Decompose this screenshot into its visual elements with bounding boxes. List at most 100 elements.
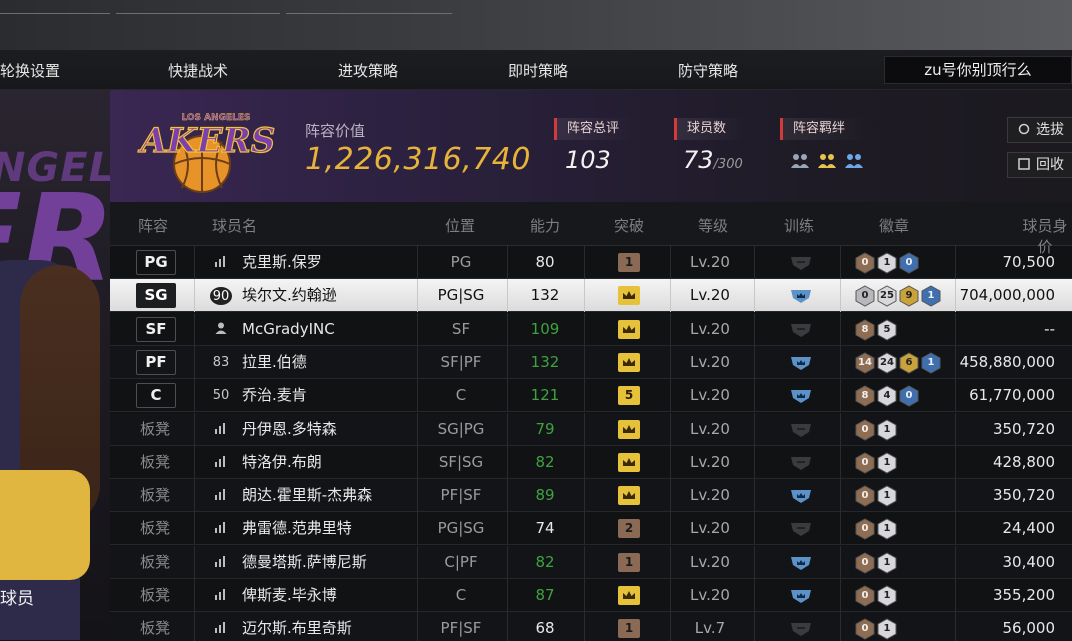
badge-hexagon-icon[interactable]: 0 <box>899 252 919 274</box>
col-training[interactable]: 训练 <box>784 215 814 236</box>
badge-hexagon-icon[interactable]: 14 <box>855 352 875 374</box>
badge-hexagon-icon[interactable]: 8 <box>855 385 875 407</box>
col-badges[interactable]: 徽章 <box>879 215 909 236</box>
badge-hexagon-icon[interactable]: 0 <box>855 452 875 474</box>
table-row[interactable]: 板凳 迈尔斯.布里奇斯 PF|SF 68 1 Lv.7 0 1 56,000 <box>110 612 1072 641</box>
badge-hexagon-icon[interactable]: 4 <box>877 385 897 407</box>
player-name[interactable]: 弗雷德.范弗里特 <box>242 512 352 545</box>
badge-hexagon-icon[interactable]: 1 <box>877 452 897 474</box>
col-level[interactable]: 等级 <box>698 215 728 236</box>
badge-hexagon-icon[interactable]: 25 <box>877 285 897 307</box>
menu-defense-strategy[interactable]: 防守策略 <box>678 60 738 81</box>
table-row[interactable]: PG 克里斯.保罗 PG 80 1 Lv.20 0 1 0 70,500 <box>110 246 1072 279</box>
lineup-slot[interactable]: 板凳 <box>140 446 170 479</box>
bond-group-icon[interactable] <box>844 152 864 170</box>
lineup-slot[interactable]: PF <box>136 349 176 375</box>
menu-offense-strategy[interactable]: 进攻策略 <box>338 60 398 81</box>
training-active-icon[interactable] <box>788 555 814 571</box>
badge-hexagon-icon[interactable]: 8 <box>855 319 875 341</box>
badge-hexagon-icon[interactable]: 1 <box>877 618 897 640</box>
badge-hexagon-icon[interactable]: 1 <box>921 285 941 307</box>
lineup-slot[interactable]: PG <box>136 250 176 275</box>
training-inactive-icon[interactable] <box>788 422 814 438</box>
table-row[interactable]: 板凳 特洛伊.布朗 SF|SG 82 Lv.20 0 1 428,800 <box>110 445 1072 479</box>
recycle-button[interactable]: 回收 <box>1007 152 1072 178</box>
table-row[interactable]: 板凳 俾斯麦.毕永博 C 87 Lv.20 0 1 355,200 <box>110 579 1072 612</box>
lineup-slot[interactable]: 板凳 <box>140 479 170 512</box>
training-active-icon[interactable] <box>788 388 814 404</box>
lineup-slot[interactable]: 板凳 <box>140 612 170 641</box>
training-active-icon[interactable] <box>788 488 814 504</box>
table-row[interactable]: 板凳 弗雷德.范弗里特 PG|SG 74 2 Lv.20 0 1 24,400 <box>110 512 1072 546</box>
col-breakthrough[interactable]: 突破 <box>614 215 644 236</box>
training-active-icon[interactable] <box>788 588 814 604</box>
training-active-icon[interactable] <box>788 355 814 371</box>
training-inactive-icon[interactable] <box>788 255 814 271</box>
badge-hexagon-icon[interactable]: 1 <box>877 252 897 274</box>
player-name[interactable]: 拉里.伯德 <box>242 346 307 379</box>
training-inactive-icon[interactable] <box>788 521 814 537</box>
badge-hexagon-icon[interactable]: 1 <box>877 518 897 540</box>
badge-hexagon-icon[interactable]: 0 <box>855 418 875 441</box>
badge-hexagon-icon[interactable]: 1 <box>877 552 897 574</box>
table-row[interactable]: 板凳 朗达.霍里斯-杰弗森 PF|SF 89 Lv.20 0 1 350,720 <box>110 479 1072 513</box>
player-name[interactable]: 丹伊恩.多特森 <box>242 413 337 446</box>
player-name[interactable]: 埃尔文.约翰逊 <box>242 279 337 312</box>
column-divider <box>840 579 841 612</box>
lineup-slot[interactable]: 板凳 <box>140 413 170 446</box>
badge-hexagon-icon[interactable]: 1 <box>921 352 941 374</box>
training-inactive-icon[interactable] <box>788 322 814 338</box>
bond-group-icon[interactable] <box>790 152 810 170</box>
lineup-slot[interactable]: 板凳 <box>140 579 170 612</box>
training-inactive-icon[interactable] <box>788 621 814 637</box>
badge-hexagon-icon[interactable]: 0 <box>855 252 875 274</box>
team-name-field[interactable]: zu号你别顶行么 <box>884 56 1072 84</box>
badge-hexagon-icon[interactable]: 0 <box>899 385 919 407</box>
col-position[interactable]: 位置 <box>445 215 475 236</box>
lineup-slot[interactable]: 板凳 <box>140 546 170 579</box>
menu-quick-tactics[interactable]: 快捷战术 <box>168 60 228 81</box>
table-row[interactable]: 板凳 德曼塔斯.萨博尼斯 C|PF 82 1 Lv.20 0 1 30,400 <box>110 545 1072 579</box>
badge-hexagon-icon[interactable]: 5 <box>877 319 897 341</box>
badge-hexagon-icon[interactable]: 0 <box>855 485 875 507</box>
badge-hexagon-icon[interactable]: 1 <box>877 585 897 607</box>
select-button[interactable]: 选拔 <box>1007 117 1072 143</box>
lineup-slot[interactable]: 板凳 <box>140 512 170 545</box>
badge-hexagon-icon[interactable]: 0 <box>855 552 875 574</box>
player-name[interactable]: 乔治.麦肯 <box>242 379 307 412</box>
player-name[interactable]: 迈尔斯.布里奇斯 <box>242 612 352 641</box>
column-divider <box>194 312 195 346</box>
lineup-slot[interactable]: C <box>136 383 176 409</box>
badge-hexagon-icon[interactable]: 0 <box>855 618 875 640</box>
lineup-slot[interactable]: SF <box>136 316 176 342</box>
col-lineup[interactable]: 阵容 <box>138 215 168 236</box>
player-name[interactable]: 俾斯麦.毕永博 <box>242 579 337 612</box>
col-ability[interactable]: 能力 <box>530 215 560 236</box>
badge-hexagon-icon[interactable]: 0 <box>855 285 875 307</box>
menu-live-strategy[interactable]: 即时策略 <box>508 60 568 81</box>
column-divider <box>754 279 755 313</box>
training-active-icon[interactable] <box>788 288 814 304</box>
player-name[interactable]: McGradyINC <box>242 313 335 346</box>
badge-hexagon-icon[interactable]: 0 <box>855 585 875 607</box>
badge-hexagon-icon[interactable]: 0 <box>855 518 875 540</box>
table-row[interactable]: SG 90 埃尔文.约翰逊 PG|SG 132 Lv.20 0 25 9 1 704,000,000 <box>110 279 1072 313</box>
badge-hexagon-icon[interactable]: 24 <box>877 352 897 374</box>
lineup-slot[interactable]: SG <box>136 283 176 309</box>
table-row[interactable]: PF 83 拉里.伯德 SF|PF 132 Lv.20 14 24 6 1 458,880,000 <box>110 345 1072 379</box>
player-name[interactable]: 朗达.霍里斯-杰弗森 <box>242 479 372 512</box>
menu-rotation[interactable]: 轮换设置 <box>0 60 60 81</box>
bond-group-icon[interactable] <box>817 152 837 170</box>
badge-hexagon-icon[interactable]: 1 <box>877 485 897 507</box>
training-inactive-icon[interactable] <box>788 455 814 471</box>
player-name[interactable]: 克里斯.保罗 <box>242 246 322 279</box>
badge-hexagon-icon[interactable]: 9 <box>899 285 919 307</box>
table-row[interactable]: 板凳 丹伊恩.多特森 SG|PG 79 Lv.20 0 1 350,720 <box>110 412 1072 446</box>
col-player-name[interactable]: 球员名 <box>212 215 257 236</box>
badge-hexagon-icon[interactable]: 1 <box>877 418 897 441</box>
player-name[interactable]: 特洛伊.布朗 <box>242 446 322 479</box>
table-row[interactable]: SF McGradyINC SF 109 Lv.20 8 5 -- <box>110 312 1072 346</box>
table-row[interactable]: C 50 乔治.麦肯 C 121 5 Lv.20 8 4 0 61,770,000 <box>110 379 1072 413</box>
player-name[interactable]: 德曼塔斯.萨博尼斯 <box>242 546 367 579</box>
badge-hexagon-icon[interactable]: 6 <box>899 352 919 374</box>
